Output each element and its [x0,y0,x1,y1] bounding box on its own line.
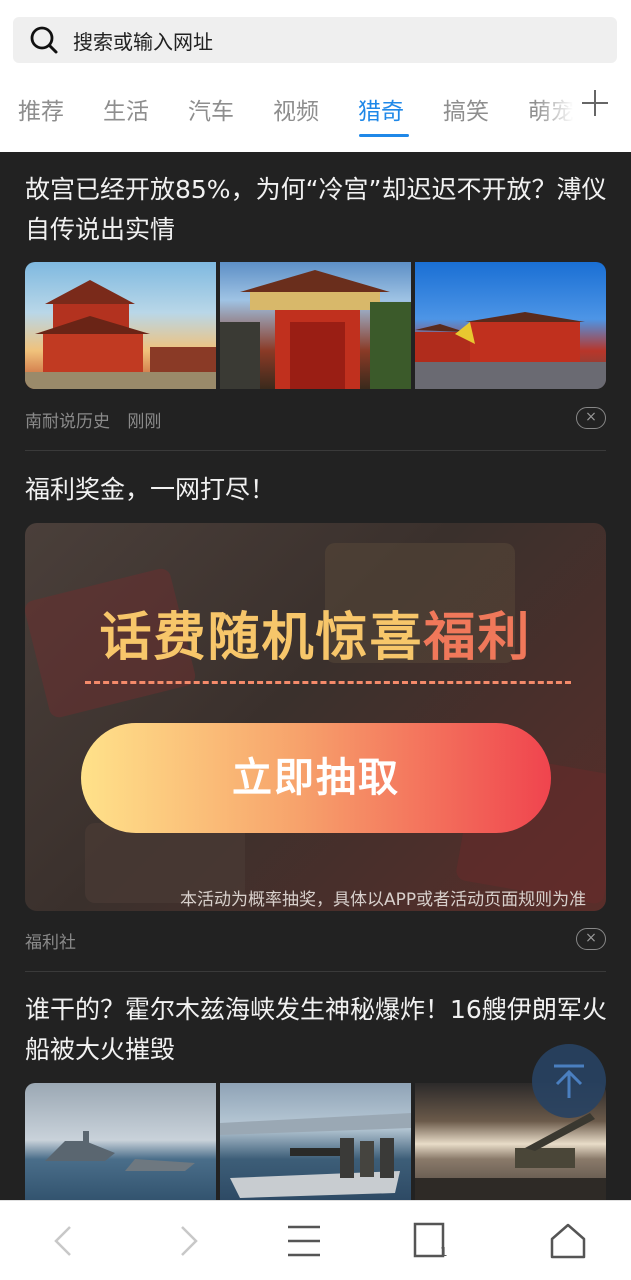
ad-title[interactable]: 福利奖金，一网打尽！ [25,470,615,510]
article-time: 刚刚 [127,412,162,432]
ad-divider [85,681,571,684]
active-tab-indicator [359,134,409,137]
article-title[interactable]: 故宫已经开放85%，为何“冷宫”却迟迟不开放？溥仪自传说出实情 [25,170,615,250]
tabs-icon[interactable]: 1 [410,1221,450,1261]
top-header: 搜索或输入网址 推荐 生活 汽车 视频 猎奇 搞笑 萌宠 [0,0,631,152]
menu-icon[interactable] [284,1221,324,1261]
forward-icon[interactable] [168,1221,208,1261]
search-icon [29,25,59,55]
tabs-count: 1 [440,1245,448,1259]
ad-source: 福利社 [25,933,76,953]
article-image [415,262,606,389]
search-bar[interactable]: 搜索或输入网址 [13,17,617,63]
article-meta: 南耐说历史 刚刚 [25,407,161,432]
ad-banner[interactable]: 话费随机惊喜福利 立即抽取 本活动为概率抽奖，具体以APP或者活动页面规则为准 [25,523,606,911]
ad-headline-main: 话费随机惊喜 [99,608,424,668]
close-icon[interactable]: × [576,407,606,429]
scroll-to-top-button[interactable] [532,1044,606,1118]
home-icon[interactable] [548,1221,588,1261]
tab-funny[interactable]: 搞笑 [443,92,489,126]
tab-curiosity[interactable]: 猎奇 [358,92,404,126]
article-image-row[interactable] [25,262,606,389]
ad-headline-accent: 福利 [423,608,532,668]
ad-meta: 福利社 [25,928,76,953]
arrow-up-icon [554,1064,584,1098]
category-tabs: 推荐 生活 汽车 视频 猎奇 搞笑 萌宠 [0,84,631,140]
back-icon[interactable] [44,1221,84,1261]
ad-headline: 话费随机惊喜福利 [25,595,606,670]
tab-auto[interactable]: 汽车 [188,92,234,126]
article-title[interactable]: 谁干的？霍尔木兹海峡发生神秘爆炸！16艘伊朗军火船被大火摧毁 [25,990,615,1070]
article-image [220,1083,411,1200]
close-icon[interactable]: × [576,928,606,950]
article-source: 南耐说历史 [25,412,110,432]
search-placeholder: 搜索或输入网址 [73,29,213,54]
news-feed: 故宫已经开放85%，为何“冷宫”却迟迟不开放？溥仪自传说出实情 南耐说历史 刚刚… [0,152,631,1200]
ad-disclaimer: 本活动为概率抽奖，具体以APP或者活动页面规则为准 [180,890,587,910]
plus-icon[interactable] [582,90,608,116]
article-image [25,1083,216,1200]
divider [25,971,606,972]
claim-button[interactable]: 立即抽取 [81,723,551,833]
tab-life[interactable]: 生活 [103,92,149,126]
article-image [25,262,216,389]
tab-video[interactable]: 视频 [273,92,319,126]
divider [25,450,606,451]
article-image [220,262,411,389]
tab-recommend[interactable]: 推荐 [18,92,64,126]
article-image-row[interactable] [25,1083,606,1200]
bottom-toolbar: 1 [0,1200,631,1280]
